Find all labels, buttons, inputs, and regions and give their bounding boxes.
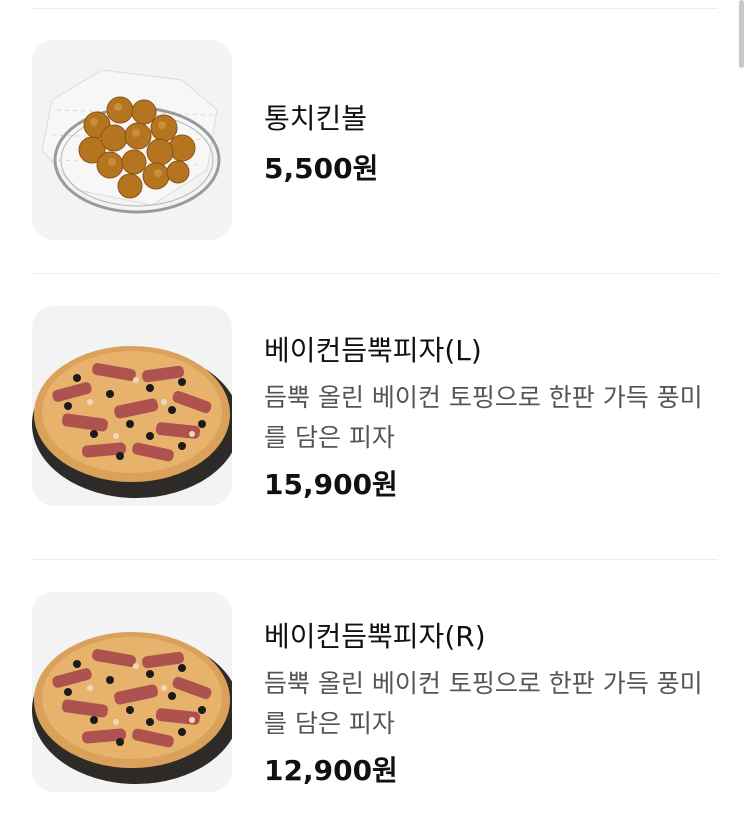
divider <box>32 8 718 9</box>
divider <box>32 559 718 560</box>
menu-item-price: 5,500원 <box>264 152 379 185</box>
divider <box>32 273 718 274</box>
menu-item-bacon-pizza-regular[interactable]: 베이컨듬뿍피자(R) 듬뿍 올린 베이컨 토핑으로 한판 가득 풍미를 담은 피… <box>32 592 718 814</box>
chicken-ball-image <box>32 40 232 240</box>
menu-item-info: 베이컨듬뿍피자(L) 듬뿍 올린 베이컨 토핑으로 한판 가득 풍미를 담은 피… <box>264 334 714 502</box>
menu-item-description: 듬뿍 올린 베이컨 토핑으로 한판 가득 풍미를 담은 피자 <box>264 669 703 738</box>
bacon-pizza-image <box>32 592 232 792</box>
menu-item-info: 통치킨볼 5,500원 <box>264 102 714 186</box>
scrollbar[interactable] <box>739 0 744 68</box>
menu-item-info: 베이컨듬뿍피자(R) 듬뿍 올린 베이컨 토핑으로 한판 가득 풍미를 담은 피… <box>264 620 714 788</box>
menu-item-name: 통치킨볼 <box>264 102 368 135</box>
bacon-pizza-image <box>32 306 232 506</box>
menu-item-name: 베이컨듬뿍피자(L) <box>264 334 482 367</box>
menu-list-screen: 통치킨볼 5,500원 베이컨듬뿍피자(L) 듬뿍 올린 베이컨 토핑으로 한판… <box>0 0 750 822</box>
menu-item-bacon-pizza-large[interactable]: 베이컨듬뿍피자(L) 듬뿍 올린 베이컨 토핑으로 한판 가득 풍미를 담은 피… <box>32 306 718 528</box>
menu-item-price: 12,900원 <box>264 754 398 787</box>
menu-item-chicken-ball[interactable]: 통치킨볼 5,500원 <box>32 40 718 242</box>
menu-item-description: 듬뿍 올린 베이컨 토핑으로 한판 가득 풍미를 담은 피자 <box>264 383 703 452</box>
menu-item-price: 15,900원 <box>264 468 398 501</box>
menu-item-name: 베이컨듬뿍피자(R) <box>264 620 486 653</box>
